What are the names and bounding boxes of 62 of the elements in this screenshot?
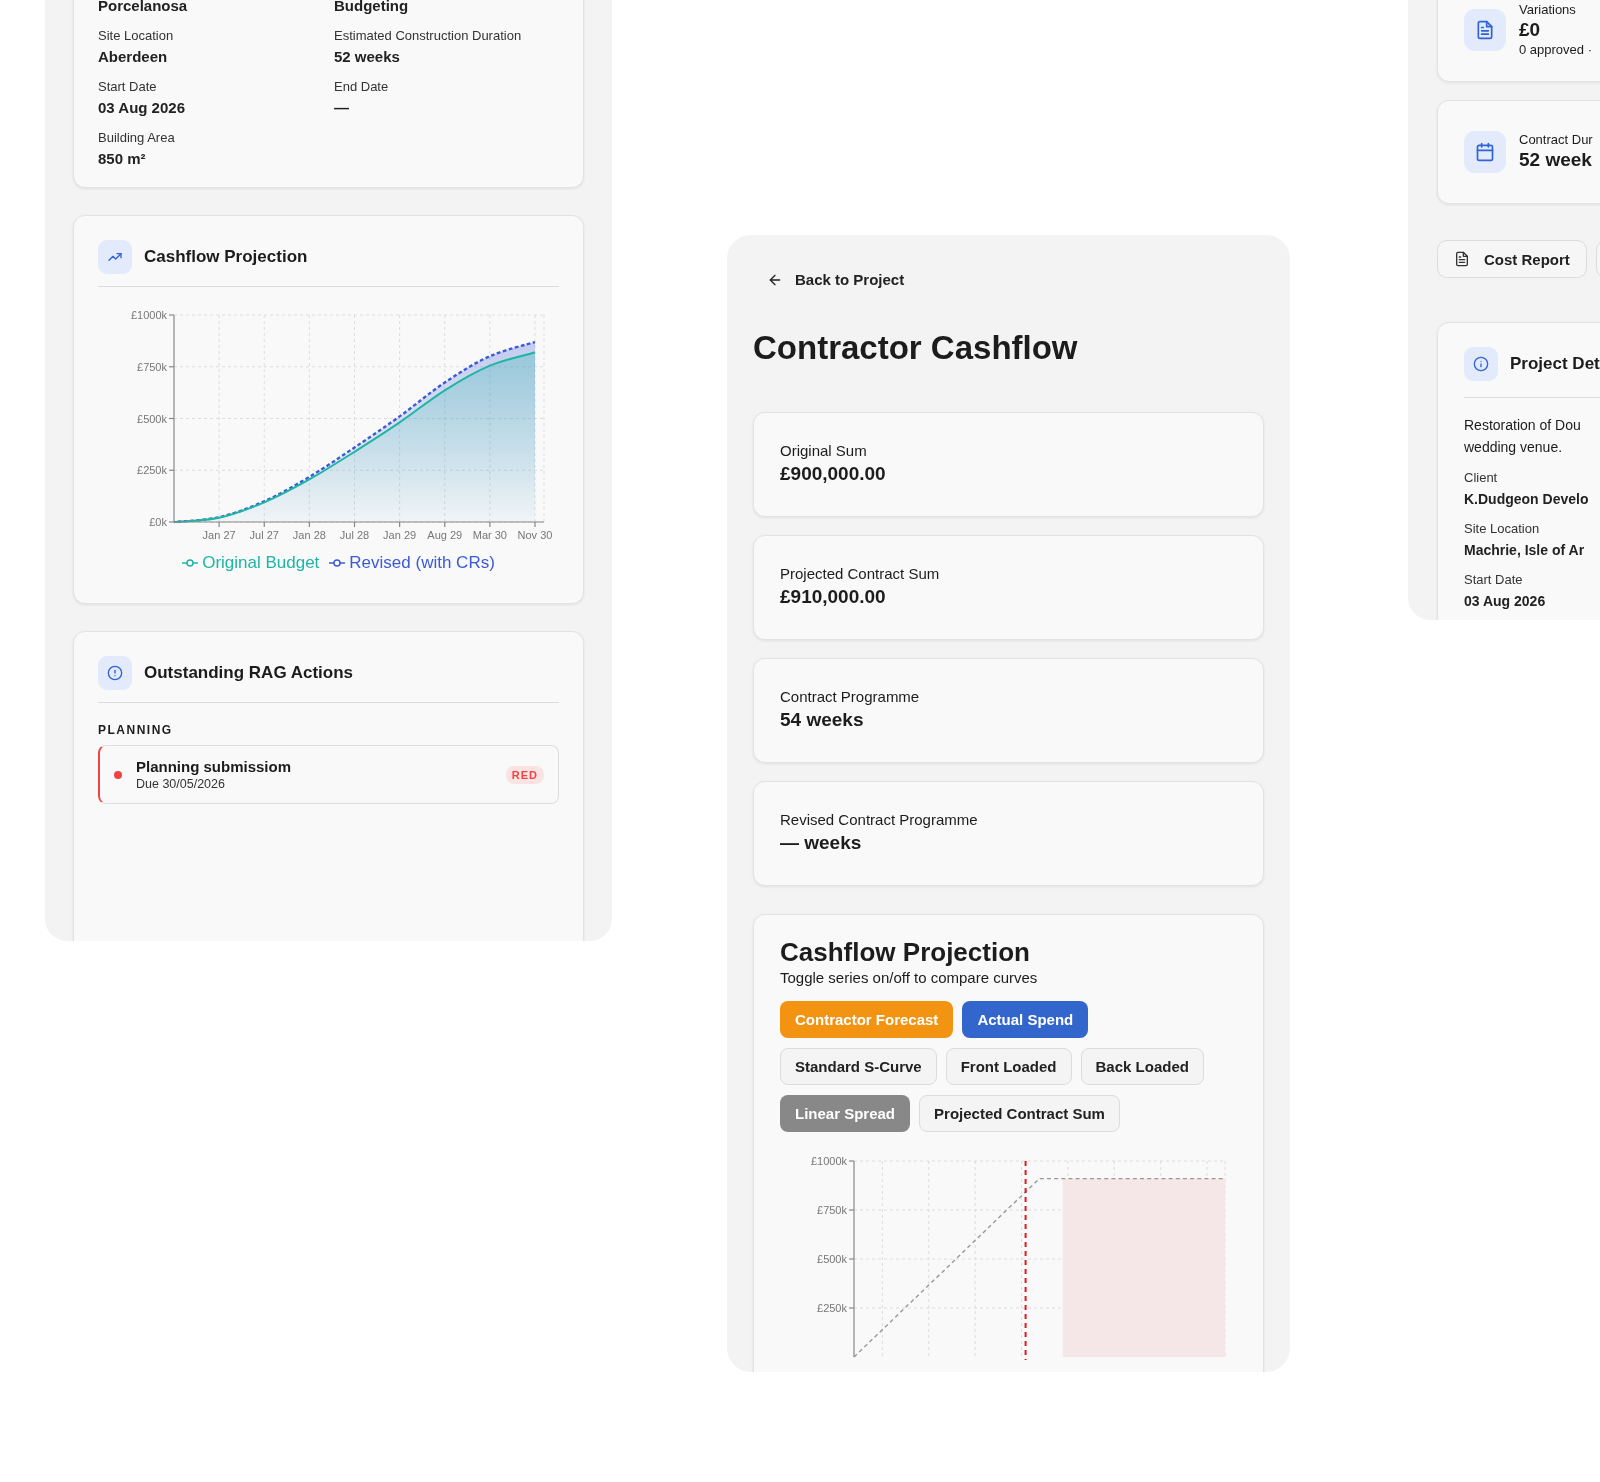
field-label: Site Location bbox=[1464, 520, 1541, 537]
field-value: Machrie, Isle of Ar bbox=[1464, 541, 1586, 560]
field-label: Building Area bbox=[98, 129, 176, 146]
stat-label: Contract Programme bbox=[780, 687, 921, 707]
card-title: Outstanding RAG Actions bbox=[144, 663, 354, 683]
x-tick-label: Mar 30 bbox=[472, 529, 507, 541]
field-value: K.Dudgeon Develo bbox=[1464, 490, 1590, 509]
field-label: Start Date bbox=[1464, 571, 1524, 588]
field-value: Aberdeen bbox=[98, 47, 169, 67]
y-tick-label: £750k bbox=[137, 360, 167, 373]
section-subtitle: Toggle series on/off to compare curves bbox=[780, 969, 1039, 987]
y-tick-label: £1000k bbox=[810, 1155, 847, 1167]
field-value: Porcelanosa bbox=[98, 0, 189, 16]
y-tick-label: £750k bbox=[817, 1204, 847, 1216]
stat-label: Original Sum bbox=[780, 441, 868, 461]
due-date: Due 30/05/2026 bbox=[136, 776, 226, 792]
y-tick-label: £1000k bbox=[130, 309, 167, 321]
stat-value: — weeks bbox=[780, 831, 863, 855]
x-tick-label: Jan 29 bbox=[383, 529, 417, 541]
y-tick-label: £500k bbox=[817, 1253, 847, 1265]
section-title: Cashflow Projection bbox=[780, 936, 1031, 969]
field-label: Client bbox=[1464, 469, 1499, 486]
field-value: 52 weeks bbox=[334, 47, 401, 67]
stat-value: £910,000.00 bbox=[780, 585, 887, 609]
stat-value: 52 week bbox=[1519, 148, 1593, 172]
field-value: 03 Aug 2026 bbox=[1464, 592, 1547, 611]
legend-label: Original Budget bbox=[202, 553, 320, 573]
card-title: Cashflow Projection bbox=[144, 247, 308, 267]
field-label: Estimated Construction Duration bbox=[334, 27, 523, 44]
card-title: Project Det bbox=[1510, 354, 1600, 374]
x-tick-label: Jul 28 bbox=[339, 529, 370, 541]
stat-label: Projected Contract Sum bbox=[780, 564, 941, 584]
field-label: End Date bbox=[334, 78, 390, 95]
field-value: — bbox=[334, 98, 350, 118]
action-title: Planning submissiom bbox=[136, 757, 293, 776]
x-tick-label: Jan 28 bbox=[292, 529, 326, 541]
field-value: 850 m² bbox=[98, 149, 147, 169]
description-text: wedding venue. bbox=[1464, 438, 1564, 457]
status-badge: RED bbox=[505, 765, 544, 784]
group-heading: PLANNING bbox=[98, 723, 174, 737]
x-tick-label: Aug 29 bbox=[427, 529, 463, 541]
y-tick-label: £250k bbox=[817, 1302, 847, 1314]
field-value: Budgeting bbox=[334, 0, 410, 16]
field-label: Start Date bbox=[98, 78, 158, 95]
x-tick-label: Nov 30 bbox=[517, 529, 553, 541]
y-tick-label: £500k bbox=[137, 412, 167, 425]
stat-label: Contract Dur bbox=[1519, 132, 1593, 148]
stat-label: Variations bbox=[1519, 2, 1577, 18]
x-tick-label: Jul 27 bbox=[249, 529, 279, 541]
stat-label: Revised Contract Programme bbox=[780, 810, 979, 830]
field-value: 03 Aug 2026 bbox=[98, 98, 186, 118]
stat-value: £900,000.00 bbox=[780, 462, 887, 486]
stat-value: £0 bbox=[1519, 18, 1542, 42]
stat-note: 0 approved · bbox=[1519, 42, 1592, 58]
page-title: Contractor Cashflow bbox=[753, 328, 1079, 368]
y-tick-label: £250k bbox=[137, 464, 167, 477]
description-text: Restoration of Dou bbox=[1464, 416, 1582, 435]
x-tick-label: Jan 27 bbox=[202, 529, 236, 541]
legend-label: Revised (with CRs) bbox=[349, 553, 495, 573]
y-tick-label: £0k bbox=[149, 516, 167, 528]
stat-value: 54 weeks bbox=[780, 708, 865, 732]
field-label: Site Location bbox=[98, 27, 175, 44]
